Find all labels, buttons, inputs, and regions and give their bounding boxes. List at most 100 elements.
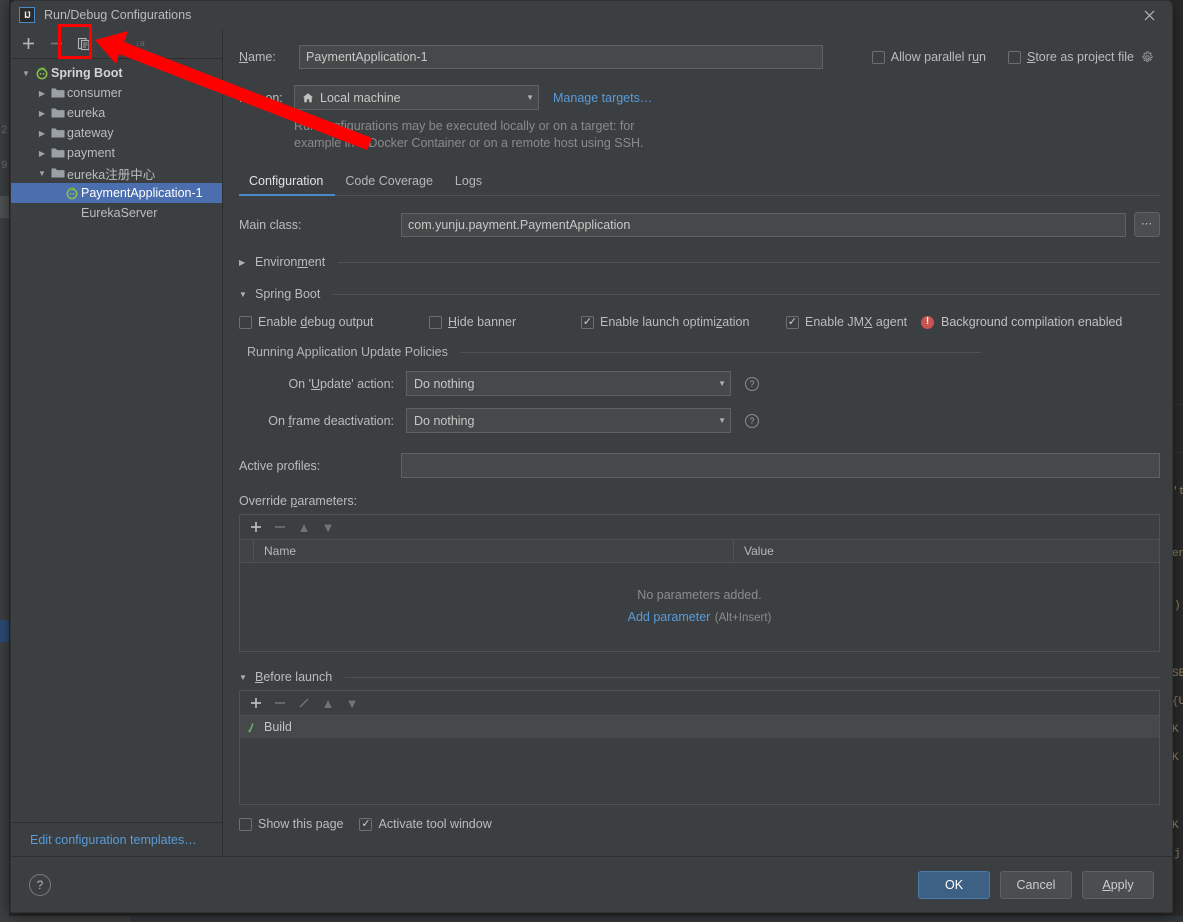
- parameters-empty-state: No parameters added. Add parameter (Alt+…: [240, 563, 1159, 651]
- edit-before-launch-task-button[interactable]: [294, 694, 314, 712]
- on-update-action-select[interactable]: Do nothing ▼: [406, 371, 731, 396]
- before-launch-task-build[interactable]: Build: [240, 716, 1159, 738]
- tree-item-label: eureka注册中心: [67, 167, 156, 182]
- active-profiles-input[interactable]: [401, 453, 1160, 478]
- warning-icon: !: [921, 315, 934, 329]
- allow-parallel-run-checkbox[interactable]: Allow parallel run: [871, 50, 986, 64]
- on-update-help-icon[interactable]: ?: [745, 376, 759, 391]
- chevron-down-icon[interactable]: ▼: [19, 69, 33, 78]
- on-frame-deactivation-select[interactable]: Do nothing ▼: [406, 408, 731, 433]
- remove-before-launch-task-button[interactable]: [270, 694, 290, 712]
- group-divider: [345, 676, 1160, 678]
- main-class-input[interactable]: [401, 212, 1126, 237]
- tree-item-eureka[interactable]: ▶ eureka: [11, 103, 222, 123]
- tree-item-consumer[interactable]: ▶ consumer: [11, 83, 222, 103]
- tree-item-payment[interactable]: ▶ payment: [11, 143, 222, 163]
- close-icon[interactable]: [1126, 1, 1172, 29]
- sidebar-toolbar: ↓a: [11, 29, 222, 59]
- main-class-row: Main class: ⋯: [239, 212, 1160, 237]
- activate-tool-window-checkbox[interactable]: Activate tool window: [359, 817, 492, 831]
- tree-item-gateway[interactable]: ▶ gateway: [11, 123, 222, 143]
- add-configuration-button[interactable]: [15, 32, 41, 56]
- enable-jmx-agent-checkbox[interactable]: Enable JMX agent: [786, 315, 921, 329]
- active-profiles-row: Active profiles:: [239, 453, 1160, 478]
- tab-logs[interactable]: Logs: [445, 174, 494, 195]
- tree-item-spring-boot[interactable]: ▼ Spring Boot: [11, 63, 222, 83]
- enable-jmx-agent-label: Enable JMX agent: [805, 315, 908, 329]
- apply-button[interactable]: Apply: [1082, 870, 1154, 899]
- dialog-title: Run/Debug Configurations: [44, 8, 192, 22]
- allow-parallel-run-label: Allow parallel run: [890, 50, 986, 64]
- group-divider: [338, 261, 1160, 263]
- move-task-down-button[interactable]: ▼: [342, 694, 362, 712]
- tab-configuration[interactable]: Configuration: [239, 174, 336, 196]
- background-divider-1: [1174, 404, 1183, 405]
- run-on-value: Local machine: [320, 90, 401, 105]
- before-launch-task-list[interactable]: Build: [240, 716, 1159, 804]
- run-on-label: Run on:: [239, 90, 283, 105]
- store-as-project-file-checkbox[interactable]: Store as project file: [1007, 50, 1154, 64]
- copy-configuration-button[interactable]: [71, 32, 97, 56]
- manage-targets-link[interactable]: Manage targets…: [553, 91, 652, 105]
- move-parameter-up-button[interactable]: ▲: [294, 518, 314, 536]
- on-frame-help-icon[interactable]: ?: [745, 413, 759, 428]
- chevron-right-icon[interactable]: ▶: [35, 149, 49, 158]
- chevron-right-icon[interactable]: ▶: [35, 89, 49, 98]
- background-code-5: {U: [1172, 696, 1183, 708]
- hide-banner-checkbox[interactable]: Hide banner: [429, 315, 581, 329]
- tree-item-label: PaymentApplication-1: [81, 186, 203, 200]
- show-this-page-checkbox[interactable]: Show this page: [239, 817, 343, 831]
- sort-az-icon[interactable]: ↓a: [127, 32, 153, 56]
- add-parameter-link[interactable]: Add parameter: [628, 610, 711, 624]
- remove-configuration-button[interactable]: [43, 32, 69, 56]
- before-launch-box: ▲ ▼ Build: [239, 690, 1160, 805]
- background-code-2: en: [1172, 548, 1183, 560]
- run-debug-configurations-dialog: IJ Run/Debug Configurations ↓a ▼ Spring …: [10, 0, 1173, 913]
- name-row: Name: Allow parallel run Store as projec…: [239, 45, 1160, 69]
- move-task-up-button[interactable]: ▲: [318, 694, 338, 712]
- before-launch-toolbar: ▲ ▼: [240, 691, 1159, 716]
- enable-launch-optimization-checkbox[interactable]: Enable launch optimization: [581, 315, 786, 329]
- dialog-body: ↓a ▼ Spring Boot ▶ consumer ▶ eureka ▶ g…: [11, 29, 1172, 856]
- main-class-browse-button[interactable]: ⋯: [1134, 212, 1160, 237]
- enable-launch-optimization-label: Enable launch optimization: [600, 315, 750, 329]
- show-this-page-label: Show this page: [258, 817, 344, 831]
- chevron-right-icon[interactable]: ▶: [35, 109, 49, 118]
- build-wrench-icon: [244, 719, 259, 734]
- move-into-folder-button[interactable]: [99, 32, 125, 56]
- remove-parameter-button[interactable]: [270, 518, 290, 536]
- checkbox-box: [239, 315, 252, 329]
- tab-code-coverage[interactable]: Code Coverage: [335, 174, 445, 195]
- add-before-launch-task-button[interactable]: [246, 694, 266, 712]
- chevron-down-icon[interactable]: ▼: [35, 169, 49, 178]
- cancel-button[interactable]: Cancel: [1000, 870, 1072, 899]
- enable-debug-output-label: Enable debug output: [258, 315, 374, 329]
- enable-debug-output-checkbox[interactable]: Enable debug output: [239, 315, 429, 329]
- tree-item-eureka-server[interactable]: EurekaServer: [11, 203, 222, 223]
- on-update-action-row: On 'Update' action: Do nothing ▼ ?: [239, 371, 1160, 396]
- group-divider: [460, 351, 981, 353]
- ok-button[interactable]: OK: [918, 870, 990, 899]
- add-parameter-button[interactable]: [246, 518, 266, 536]
- tree-item-label: eureka: [67, 106, 106, 120]
- name-input[interactable]: [299, 45, 823, 69]
- background-taskbar-item: [130, 916, 1183, 922]
- parameters-table-header: Name Value: [240, 540, 1159, 563]
- before-launch-group-header[interactable]: ▼ Before launch: [239, 670, 1160, 684]
- help-button[interactable]: ?: [29, 873, 51, 896]
- tree-item-payment-application-1[interactable]: PaymentApplication-1: [11, 183, 222, 203]
- edit-configuration-templates-link[interactable]: Edit configuration templates…: [30, 833, 197, 847]
- background-code-1: 't: [1172, 486, 1183, 498]
- chevron-down-icon: ▼: [239, 672, 247, 682]
- gear-icon[interactable]: [1140, 50, 1154, 64]
- background-compilation-label: Background compilation enabled: [941, 315, 1123, 329]
- configurations-tree[interactable]: ▼ Spring Boot ▶ consumer ▶ eureka ▶ gate…: [11, 59, 222, 822]
- run-on-row: Run on: Local machine ▼ Manage targets…: [239, 85, 1160, 110]
- move-parameter-down-button[interactable]: ▼: [318, 518, 338, 536]
- tree-item-eureka-registry[interactable]: ▼ eureka注册中心: [11, 163, 222, 183]
- folder-icon: [49, 167, 67, 179]
- environment-group-header[interactable]: ▶ Environment: [239, 255, 1160, 269]
- run-on-target-select[interactable]: Local machine ▼: [294, 85, 539, 110]
- chevron-right-icon[interactable]: ▶: [35, 129, 49, 138]
- spring-boot-group-header[interactable]: ▼ Spring Boot: [239, 287, 1160, 301]
